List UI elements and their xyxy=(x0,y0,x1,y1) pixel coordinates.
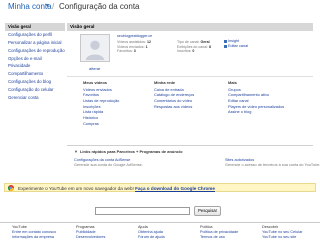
footer-link[interactable]: Termos de uso xyxy=(200,235,238,240)
stat-label: Vídeos enviados: xyxy=(117,44,145,49)
stat-value: 1 xyxy=(145,44,148,49)
column-my-videos: Meus vídeos Vídeos enviados Favoritos Li… xyxy=(83,80,153,126)
authorized-sites-description: Gerencie o acesso de terceiros à sua con… xyxy=(225,163,320,167)
stat-label: Inscritos: xyxy=(177,49,192,53)
authorized-sites-link[interactable]: Sites autorizados xyxy=(225,158,313,162)
footer-link[interactable]: Desenvolvedores xyxy=(76,235,105,240)
link-purchases[interactable]: Compras xyxy=(83,121,153,127)
chrome-logo-icon xyxy=(8,185,14,191)
sidebar-item-mobile-settings[interactable]: Configuração do celular xyxy=(5,86,65,94)
chrome-download-link[interactable]: Faça o download do Google Chrome xyxy=(135,186,215,191)
column-heading: Minha rede xyxy=(154,80,176,85)
sidebar-item-playback-settings[interactable]: Configurações de reprodução xyxy=(5,47,65,55)
chevron-down-icon[interactable]: ▼ xyxy=(45,3,50,9)
stat-label: Vídeos assistidos: xyxy=(117,40,146,44)
column-heading: Mais xyxy=(228,80,237,85)
stat-label: Exibições do canal: xyxy=(177,44,208,49)
stat-label: Tipo de canal: xyxy=(177,40,200,44)
sidebar-item-email-options[interactable]: Opções de e-mail xyxy=(5,55,65,63)
partner-heading-text: Links rápidos para Parceiros + Programas… xyxy=(79,149,183,154)
sidebar-item-manage-account[interactable]: Gerenciar conta xyxy=(5,94,65,102)
overview-heading: Visão geral xyxy=(67,23,313,31)
insight-icon xyxy=(224,39,227,43)
footer-column-help: Ajuda Obtenha ajuda Fórum de ajuda xyxy=(138,225,165,240)
search-button[interactable]: Pesquisar xyxy=(194,206,221,216)
stat-label: Favoritos: xyxy=(117,49,133,53)
stat-value: 8 xyxy=(208,44,211,49)
adsense-settings-link[interactable]: Configurações da conta AdSense xyxy=(74,158,184,162)
stat-value: 3 xyxy=(133,49,136,53)
expand-arrow-icon[interactable]: ▼ xyxy=(74,149,78,154)
breadcrumb-separator: / xyxy=(52,2,55,11)
partner-authorized-sites: Sites autorizados Gerencie o acesso de t… xyxy=(225,158,320,167)
stat-value: 0 xyxy=(192,49,195,53)
edit-channel-icon xyxy=(224,44,227,48)
link-video-responses[interactable]: Respostas aos vídeos xyxy=(154,104,224,110)
chrome-promo-message: Experimente o YouTube em um novo navegad… xyxy=(18,185,134,191)
footer-link[interactable]: Fórum de ajuda xyxy=(138,235,165,240)
insight-link[interactable]: Insight xyxy=(224,39,239,43)
stat-value: Geral xyxy=(200,40,210,44)
chrome-promo-text: Experimente o YouTube em um novo navegad… xyxy=(18,186,215,191)
avatar-placeholder-icon xyxy=(81,35,109,61)
adsense-description: Gerencie sua conta do Google AdSense. xyxy=(74,163,143,167)
chrome-promo-banner: Experimente o YouTube em um novo navegad… xyxy=(4,183,316,192)
avatar[interactable] xyxy=(80,34,110,62)
partner-quick-links: ▼ Links rápidos para Parceiros + Programa… xyxy=(67,145,320,173)
column-more: Mais Grupos Compartilhamento ativo Edita… xyxy=(228,80,308,115)
search-input[interactable] xyxy=(95,207,190,215)
link-subscribe-blog[interactable]: Assine o blog xyxy=(228,109,308,115)
stat-videos-uploaded: Vídeos enviados: 1 xyxy=(117,45,148,49)
profile-summary: alterar seublogpeablogger.ce Vídeos assi… xyxy=(67,31,313,75)
column-my-network: Minha rede Caixa de entrada Catálogo de … xyxy=(154,80,224,109)
stat-videos-watched: Vídeos assistidos: 12 xyxy=(117,40,151,44)
sidebar-item-overview[interactable]: Visão geral xyxy=(5,23,65,31)
page-title: Configuração da conta xyxy=(59,2,140,11)
partner-section-heading[interactable]: ▼ Links rápidos para Parceiros + Programa… xyxy=(74,149,183,154)
sidebar-item-privacy[interactable]: Privacidade xyxy=(5,62,65,70)
footer-link[interactable]: YouTube no seu site xyxy=(262,235,302,240)
page-footer: YouTube Entre em contato conosco Informa… xyxy=(0,222,320,241)
sidebar: Visão geral Configurações do perfil Pers… xyxy=(5,23,65,102)
column-heading: Meus vídeos xyxy=(83,80,108,85)
edit-channel-link[interactable]: Editar canal xyxy=(224,44,248,48)
account-links-grid: Meus vídeos Vídeos enviados Favoritos Li… xyxy=(67,76,313,140)
partner-adsense: Configurações da conta AdSense Gerencie … xyxy=(74,158,184,167)
stat-channel-type: Tipo de canal: Geral xyxy=(177,40,210,44)
stat-value: 12 xyxy=(146,40,151,44)
stat-subscribers: Inscritos: 0 xyxy=(177,49,194,53)
sidebar-item-customize-homepage[interactable]: Personalizar a página inicial xyxy=(5,39,65,47)
footer-column-policy: Política Política de privacidade Termos … xyxy=(200,225,238,240)
account-email: seublogpeablogger.ce xyxy=(117,34,153,38)
insight-link-label: Insight xyxy=(228,39,240,43)
footer-link[interactable]: Informações da empresa xyxy=(12,235,56,240)
footer-column-youtube: YouTube Entre em contato conosco Informa… xyxy=(12,225,56,240)
footer-column-programs: Programas Publicidade Desenvolvedores xyxy=(76,225,105,240)
page-header: Minha conta ▼ / Configuração da conta xyxy=(0,0,320,14)
stat-channel-views: Exibições do canal: 8 xyxy=(177,45,211,49)
footer-column-discover: Descobrir YouTube no seu Celular YouTube… xyxy=(262,225,302,240)
sidebar-item-profile-settings[interactable]: Configurações do perfil xyxy=(5,31,65,39)
sidebar-item-blog-settings[interactable]: Configurações do blog xyxy=(5,78,65,86)
sidebar-item-sharing[interactable]: Compartilhamento xyxy=(5,70,65,78)
change-photo-link[interactable]: alterar xyxy=(89,66,100,71)
edit-channel-link-label: Editar canal xyxy=(228,44,249,48)
stat-favorites: Favoritos: 3 xyxy=(117,49,136,53)
